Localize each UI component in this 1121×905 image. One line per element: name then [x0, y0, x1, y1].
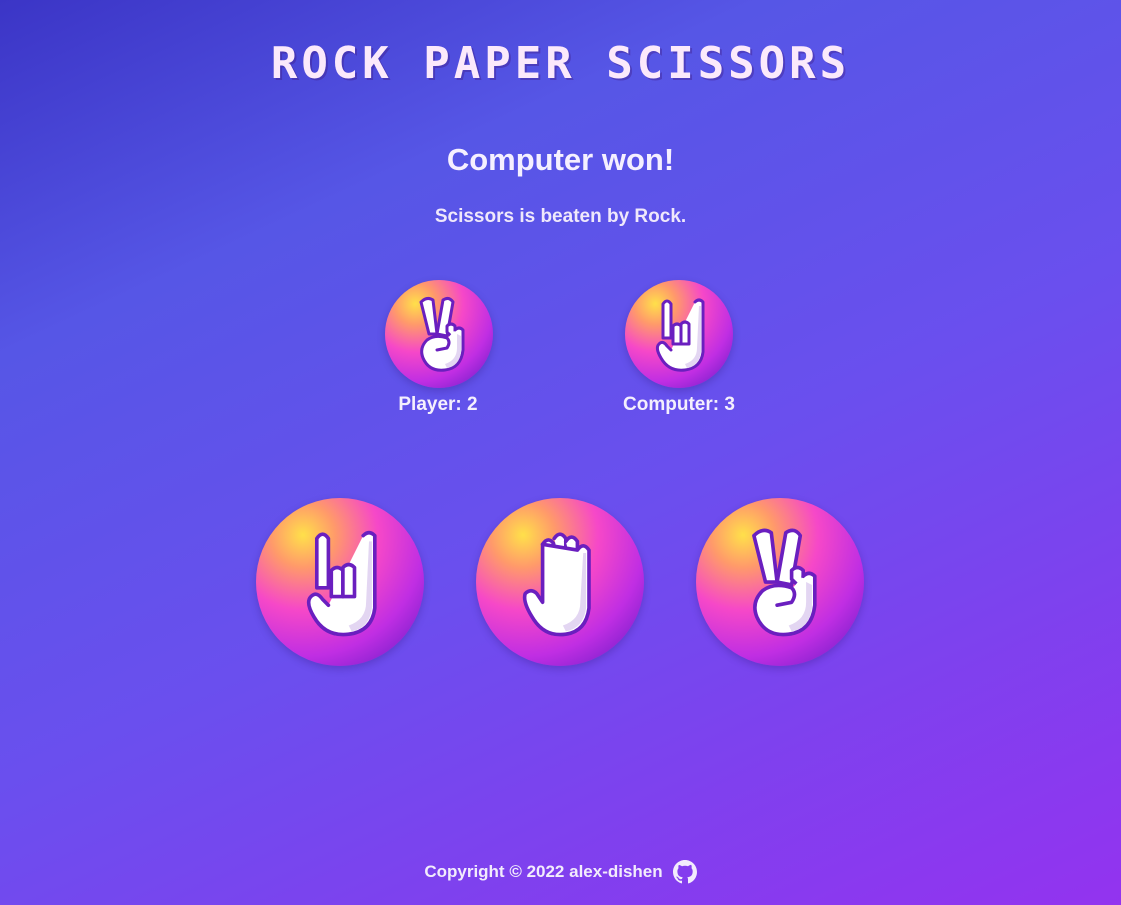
result-heading: Computer won!	[446, 142, 675, 177]
footer: Copyright © 2022 alex-dishen	[0, 860, 1121, 884]
computer-score: Computer: 3	[623, 394, 735, 415]
scissors-button[interactable]	[696, 498, 864, 666]
result-detail: Scissors is beaten by Rock.	[434, 206, 687, 227]
rock-hand-icon	[306, 530, 377, 637]
scissors-hand-icon	[419, 296, 465, 372]
copyright-text: Copyright © 2022 alex-dishen	[424, 862, 663, 881]
page-title: ROCK PAPER SCISSORS	[270, 38, 851, 89]
paper-button[interactable]	[476, 498, 644, 666]
github-icon[interactable]	[672, 860, 697, 884]
scissors-hand-icon	[752, 528, 817, 637]
paper-hand-icon	[522, 532, 591, 637]
rock-hand-icon	[655, 298, 705, 372]
player-choice-display	[385, 280, 493, 388]
rock-button[interactable]	[256, 498, 424, 666]
computer-choice-display	[625, 280, 733, 388]
player-score: Player: 2	[398, 394, 478, 415]
